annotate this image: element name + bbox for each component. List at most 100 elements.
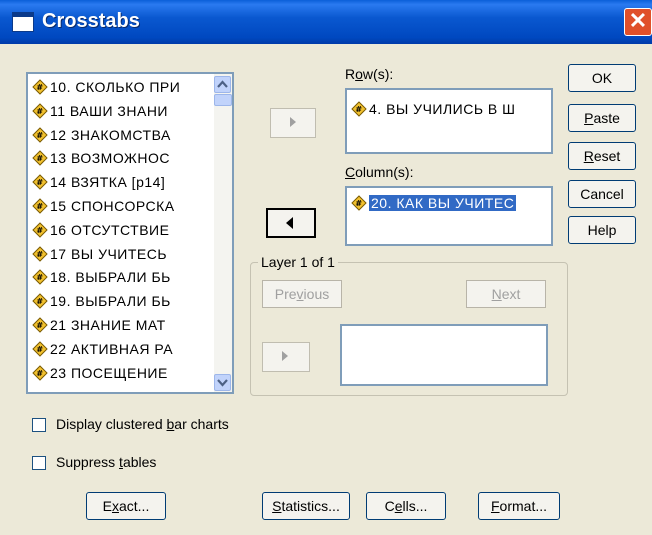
move-to-columns-button[interactable] xyxy=(266,208,316,238)
list-item[interactable]: #17 ВЫ УЧИТЕСЬ xyxy=(32,243,167,265)
list-item[interactable]: #21 ЗНАНИЕ МАТ xyxy=(32,314,166,336)
list-item-label: 4. ВЫ УЧИЛИСЬ В Ш xyxy=(369,101,516,117)
rows-label: Row(s): xyxy=(345,66,394,82)
svg-text:#: # xyxy=(36,345,43,354)
reset-button[interactable]: Reset xyxy=(568,142,636,170)
variable-icon: # xyxy=(32,79,48,95)
crosstabs-dialog: Crosstabs ✕ #10. СКОЛЬКО ПРИ #11 ВАШИ ЗНА… xyxy=(0,0,652,535)
rows-list[interactable]: #4. ВЫ УЧИЛИСЬ В Ш xyxy=(345,88,553,154)
ok-button[interactable]: OK xyxy=(568,64,636,92)
close-button[interactable]: ✕ xyxy=(624,8,652,36)
svg-text:#: # xyxy=(36,273,43,282)
list-item[interactable]: #18. ВЫБРАЛИ БЬ xyxy=(32,266,171,288)
clustered-bar-checkbox[interactable] xyxy=(32,418,46,432)
exact-button[interactable]: Ex act... xyxy=(86,492,166,520)
variable-icon: # xyxy=(32,245,48,262)
variable-icon: # xyxy=(351,195,367,211)
list-item-label: 23 ПОСЕЩЕНИЕ xyxy=(50,364,168,381)
arrow-left-icon xyxy=(286,217,293,229)
variable-icon: # xyxy=(32,222,48,238)
list-item[interactable]: #20. КАК ВЫ УЧИТЕС xyxy=(351,192,517,214)
variable-icon: # xyxy=(351,101,367,117)
svg-text:#: # xyxy=(36,178,43,187)
list-item-label: 14 ВЗЯТКА [p14] xyxy=(50,174,166,191)
list-item[interactable]: #12 ЗНАКОМСТВА xyxy=(32,124,171,146)
list-item-label: 15 СПОНСОРСКА xyxy=(50,198,175,214)
suppress-tables-label: Suppress tables xyxy=(56,454,157,470)
list-item-label: 22 АКТИВНАЯ РА xyxy=(50,340,174,357)
svg-text:#: # xyxy=(36,83,43,92)
svg-text:#: # xyxy=(36,321,43,330)
scroll-thumb[interactable] xyxy=(214,94,232,106)
cancel-button[interactable]: Cancel xyxy=(568,180,636,208)
svg-text:#: # xyxy=(36,131,43,140)
cells-button[interactable]: Ce lls... xyxy=(366,492,446,520)
chevron-down-icon xyxy=(217,379,228,387)
list-item[interactable]: #14 ВЗЯТКА [p14] xyxy=(32,171,165,193)
svg-text:#: # xyxy=(355,199,362,208)
variable-icon: # xyxy=(32,341,48,357)
svg-text:#: # xyxy=(36,297,43,306)
statistics-button[interactable]: Statistics... xyxy=(262,492,350,520)
list-item-label: 19. ВЫБРАЛИ БЬ xyxy=(50,293,171,310)
variable-icon: # xyxy=(32,317,48,333)
variable-icon: # xyxy=(32,174,48,190)
scroll-up-button[interactable] xyxy=(214,76,231,93)
paste-button[interactable]: Paste xyxy=(568,104,636,132)
list-item-label: 16 ОТСУТСТВИЕ xyxy=(50,221,170,238)
window-icon xyxy=(12,12,34,32)
dialog-body: #10. СКОЛЬКО ПРИ #11 ВАШИ ЗНАНИ #12 ЗНАКОМ… xyxy=(0,44,652,535)
scroll-down-button[interactable] xyxy=(214,374,231,391)
list-item-label: 13 ВОЗМОЖНОС xyxy=(50,150,170,167)
svg-text:#: # xyxy=(36,154,43,163)
clustered-bar-label: Display clustered bar charts xyxy=(56,416,229,432)
list-item-label: 21 ЗНАНИЕ МАТ xyxy=(50,317,166,333)
title-bar[interactable]: Crosstabs ✕ xyxy=(0,0,652,44)
svg-text:#: # xyxy=(36,202,43,211)
arrow-right-icon xyxy=(282,351,288,361)
list-item[interactable]: #11 ВАШИ ЗНАНИ xyxy=(32,100,168,122)
move-to-rows-button[interactable] xyxy=(270,108,316,138)
variable-icon: # xyxy=(32,150,48,167)
variable-icon: # xyxy=(32,364,48,381)
list-item[interactable]: #10. СКОЛЬКО ПРИ xyxy=(32,76,180,98)
format-button[interactable]: Format... xyxy=(478,492,560,520)
svg-text:#: # xyxy=(355,105,362,114)
variable-icon: # xyxy=(32,293,48,309)
list-item-label: 11 ВАШИ ЗНАНИ xyxy=(50,102,168,119)
svg-text:#: # xyxy=(36,107,43,116)
list-item-label: 12 ЗНАКОМСТВА xyxy=(50,126,171,143)
variable-icon: # xyxy=(32,103,48,119)
list-item[interactable]: #13 ВОЗМОЖНОС xyxy=(32,147,170,169)
move-to-layer-button[interactable] xyxy=(262,342,310,372)
layer-title: Layer 1 of 1 xyxy=(258,254,338,270)
svg-text:#: # xyxy=(36,226,43,235)
variable-icon: # xyxy=(32,126,48,143)
list-item[interactable]: #19. ВЫБРАЛИ БЬ xyxy=(32,290,171,312)
list-item[interactable]: #4. ВЫ УЧИЛИСЬ В Ш xyxy=(351,98,515,120)
arrow-right-icon xyxy=(290,117,296,127)
variable-icon: # xyxy=(32,269,48,286)
list-item[interactable]: #15 СПОНСОРСКА xyxy=(32,195,175,217)
suppress-tables-checkbox[interactable] xyxy=(32,456,46,470)
variable-list[interactable]: #10. СКОЛЬКО ПРИ #11 ВАШИ ЗНАНИ #12 ЗНАКОМ… xyxy=(26,72,234,394)
list-item-label: 18. ВЫБРАЛИ БЬ xyxy=(50,269,171,286)
next-button[interactable]: Next xyxy=(466,280,546,308)
list-item[interactable]: #22 АКТИВНАЯ РА xyxy=(32,338,173,360)
list-item-label: 17 ВЫ УЧИТЕСЬ xyxy=(50,245,168,262)
variable-icon: # xyxy=(32,198,48,214)
svg-text:#: # xyxy=(36,369,43,378)
list-item-label: 10. СКОЛЬКО ПРИ xyxy=(50,79,181,95)
columns-label: Column(s): xyxy=(345,164,414,180)
list-item[interactable]: #23 ПОСЕЩЕНИЕ xyxy=(32,362,168,384)
variable-list-scrollbar[interactable] xyxy=(214,74,232,392)
svg-text:#: # xyxy=(36,250,43,259)
columns-list[interactable]: #20. КАК ВЫ УЧИТЕС xyxy=(345,186,553,246)
window-title: Crosstabs xyxy=(42,10,140,32)
previous-button[interactable]: Pre v ious xyxy=(262,280,342,308)
list-item-label: 20. КАК ВЫ УЧИТЕС xyxy=(369,195,517,211)
layer-list[interactable] xyxy=(340,324,548,386)
chevron-up-icon xyxy=(217,80,228,88)
list-item[interactable]: #16 ОТСУТСТВИЕ xyxy=(32,219,169,241)
help-button[interactable]: Help xyxy=(568,216,636,244)
